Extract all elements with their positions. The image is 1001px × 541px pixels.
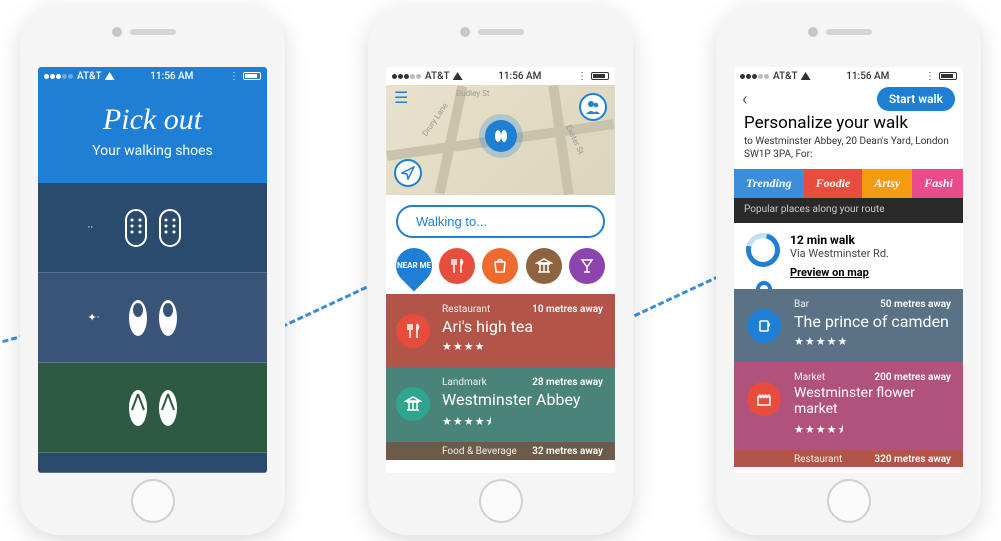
status-bar: AT&T 11:56 AM ⋮ — [386, 67, 615, 85]
route-place-item-partial[interactable]: Restaurant 320 metres away — [734, 450, 963, 467]
wifi-icon — [105, 72, 115, 80]
header-subtitle: Your walking shoes — [48, 143, 257, 159]
people-button[interactable] — [579, 93, 607, 121]
clock: 11:56 AM — [846, 71, 889, 82]
home-button[interactable] — [131, 479, 175, 523]
place-item[interactable]: Restaurant Ari's high tea 10 metres away… — [386, 294, 615, 367]
carrier-label: AT&T — [773, 71, 798, 82]
page-title: Personalize your walk — [744, 113, 953, 133]
category-bar[interactable] — [569, 248, 605, 284]
route-timeline: Bar The prince of camden 50 metres away … — [734, 289, 963, 467]
screen-3: AT&T 11:56 AM ⋮ ‹ Start walk Personalize… — [734, 67, 963, 473]
category-nearme[interactable]: NEAR ME — [388, 241, 439, 292]
shoe-option-partial[interactable] — [38, 453, 267, 473]
walk-duration: 12 min walk — [790, 233, 953, 247]
bluetooth-icon: ⋮ — [229, 71, 239, 82]
map-view[interactable]: Dudley St Drury Lane Exeter St ☰ — [386, 85, 615, 195]
battery-icon — [243, 72, 261, 80]
phone-frame-2: AT&T 11:56 AM ⋮ Dudley St Drury Lane Exe… — [368, 5, 633, 535]
pickout-header: Pick out Your walking shoes — [38, 85, 267, 183]
category-row: NEAR ME — [386, 248, 615, 294]
status-bar: AT&T 11:56 AM ⋮ — [734, 67, 963, 85]
place-rating: ★★★★⯨ — [794, 421, 951, 440]
phone-frame-1: AT&T 11:56 AM ⋮ Pick out Your walking sh… — [20, 5, 285, 535]
wifi-icon — [453, 72, 463, 80]
place-rating: ★★★★ — [442, 340, 603, 353]
category-landmark[interactable] — [526, 248, 562, 284]
category-food[interactable] — [439, 248, 475, 284]
clock: 11:56 AM — [498, 71, 541, 82]
place-name: Westminster flower market — [794, 385, 951, 417]
progress-ring-icon — [740, 227, 786, 273]
landmark-icon — [396, 387, 430, 421]
place-name: The prince of camden — [794, 312, 951, 331]
bluetooth-icon: ⋮ — [925, 71, 935, 82]
place-distance: 32 metres away — [532, 446, 603, 457]
place-distance: 28 metres away — [532, 377, 603, 388]
screen-2: AT&T 11:56 AM ⋮ Dudley St Drury Lane Exe… — [386, 67, 615, 473]
walk-summary-card: 12 min walk Via Westminster Rd. Preview … — [734, 223, 963, 289]
phone-frame-3: AT&T 11:56 AM ⋮ ‹ Start walk Personalize… — [716, 5, 981, 535]
home-button[interactable] — [479, 479, 523, 523]
carrier-label: AT&T — [425, 71, 450, 82]
tab-trending[interactable]: Trending — [734, 169, 804, 198]
place-item[interactable]: Landmark Westminster Abbey 28 metres awa… — [386, 367, 615, 442]
page-subtitle: to Westminster Abbey, 20 Dean's Yard, Lo… — [744, 135, 953, 161]
search-bar[interactable] — [396, 205, 605, 238]
place-distance: 10 metres away — [532, 304, 603, 315]
battery-icon — [591, 72, 609, 80]
wifi-icon — [801, 72, 811, 80]
route-place-item[interactable]: Bar The prince of camden 50 metres away … — [734, 289, 963, 362]
route-place-item[interactable]: Market Westminster flower market 200 met… — [734, 362, 963, 450]
tab-foodie[interactable]: Foodie — [804, 169, 863, 198]
market-icon — [747, 382, 781, 416]
food-icon — [396, 314, 430, 348]
carrier-label: AT&T — [77, 71, 102, 82]
status-bar: AT&T 11:56 AM ⋮ — [38, 67, 267, 85]
back-button[interactable]: ‹ — [742, 89, 747, 110]
clock: 11:56 AM — [150, 71, 193, 82]
place-item-partial[interactable]: Food & Beverage 32 metres away — [386, 442, 615, 460]
category-shopping[interactable] — [482, 248, 518, 284]
tabs-subtitle: Popular places along your route — [734, 198, 963, 223]
place-name: Westminster Abbey — [442, 390, 603, 409]
tab-artsy[interactable]: Artsy — [862, 169, 912, 198]
header-title: Pick out — [48, 103, 257, 137]
tab-fashion[interactable]: Fashi — [912, 169, 963, 198]
battery-icon — [939, 72, 957, 80]
bar-icon — [747, 309, 781, 343]
place-rating: ★★★★★ — [794, 335, 951, 348]
screen-1: AT&T 11:56 AM ⋮ Pick out Your walking sh… — [38, 67, 267, 473]
bluetooth-icon: ⋮ — [577, 71, 587, 82]
walk-via: Via Westminster Rd. — [790, 247, 953, 260]
menu-icon[interactable]: ☰ — [394, 95, 408, 100]
search-input[interactable] — [416, 214, 592, 229]
locate-button[interactable] — [394, 159, 422, 187]
tabs-container: Trending Foodie Artsy Fashi Popular plac… — [734, 169, 963, 223]
preview-map-link[interactable]: Preview on map — [790, 266, 953, 279]
shoe-list: ·· ✦· — [38, 183, 267, 473]
place-distance: 200 metres away — [874, 372, 951, 383]
place-name: Ari's high tea — [442, 317, 603, 336]
shoe-option-flats[interactable]: ✦· — [38, 273, 267, 363]
place-distance: 50 metres away — [880, 299, 951, 310]
personalize-header: ‹ Start walk Personalize your walk to We… — [734, 85, 963, 169]
place-list: Restaurant Ari's high tea 10 metres away… — [386, 294, 615, 460]
start-walk-button[interactable]: Start walk — [877, 87, 955, 111]
shoe-option-flipflops[interactable] — [38, 363, 267, 453]
home-button[interactable] — [827, 479, 871, 523]
place-rating: ★★★★⯨ — [442, 413, 603, 432]
place-distance: 320 metres away — [874, 454, 951, 465]
current-location-pin — [485, 120, 517, 152]
shoe-option-sneakers[interactable]: ·· — [38, 183, 267, 273]
